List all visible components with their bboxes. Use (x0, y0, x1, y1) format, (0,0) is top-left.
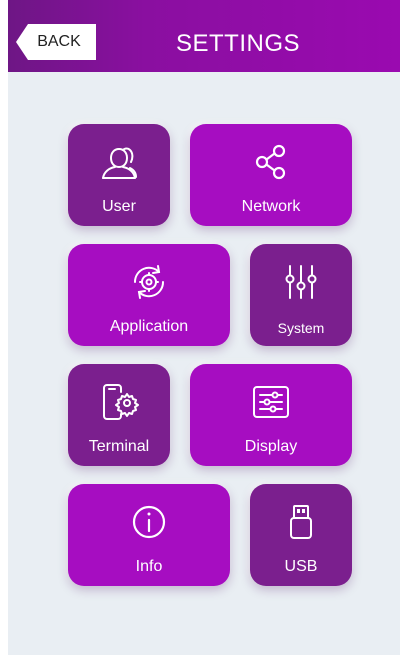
user-label: User (102, 198, 136, 215)
terminal-label: Terminal (88, 438, 150, 455)
info-label: Info (135, 558, 163, 575)
app-gear-refresh-icon (127, 260, 171, 304)
info-button[interactable]: Info (68, 484, 230, 586)
network-button[interactable]: Network (190, 124, 352, 226)
sliders-icon (279, 260, 323, 304)
application-label: Application (109, 318, 189, 335)
display-sliders-icon (249, 380, 293, 424)
page-title: SETTINGS (175, 30, 300, 57)
header-bar: BACK SETTINGS (8, 0, 400, 72)
network-label: Network (241, 198, 301, 215)
terminal-phone-gear-icon (97, 380, 141, 424)
share-network-icon (249, 140, 293, 184)
usb-label: USB (284, 558, 318, 575)
terminal-button[interactable]: Terminal (68, 364, 170, 466)
user-icon (97, 140, 141, 184)
application-button[interactable]: Application (68, 244, 230, 346)
usb-button[interactable]: USB (250, 484, 352, 586)
display-button[interactable]: Display (190, 364, 352, 466)
info-icon (127, 500, 171, 544)
usb-icon (279, 500, 323, 544)
system-label: System (277, 320, 325, 336)
settings-screen: BACK SETTINGS User Network Application S… (8, 0, 400, 655)
back-button[interactable]: BACK (16, 24, 96, 60)
display-label: Display (244, 438, 298, 455)
system-button[interactable]: System (250, 244, 352, 346)
user-button[interactable]: User (68, 124, 170, 226)
